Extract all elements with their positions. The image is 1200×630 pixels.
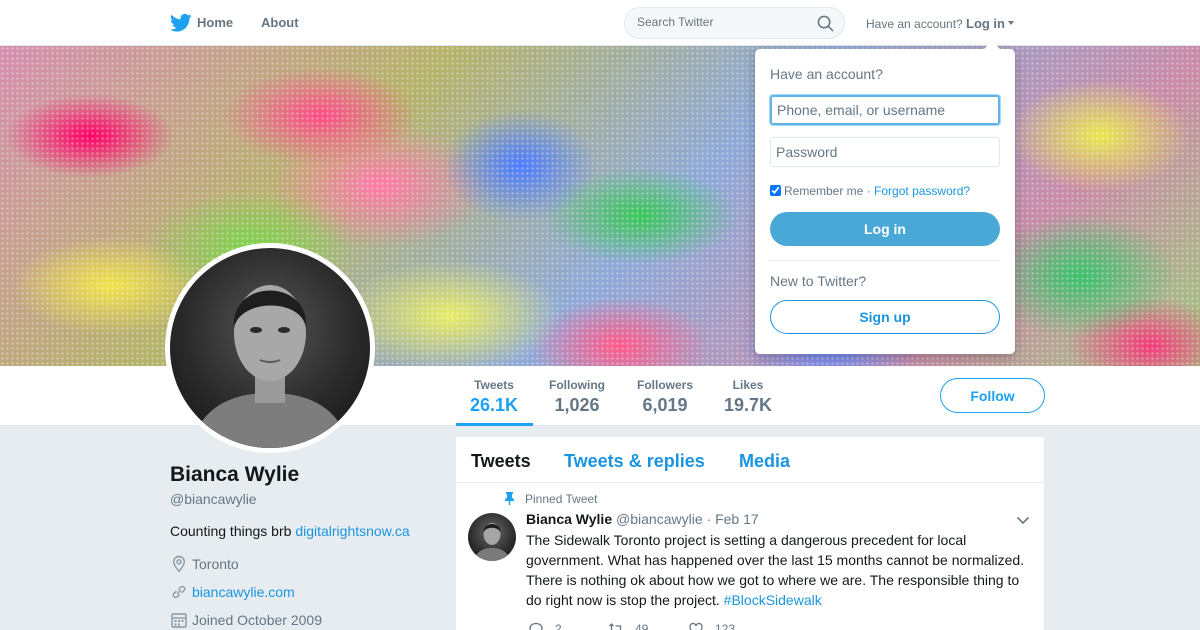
- heart-icon: [689, 622, 703, 630]
- stat-value: 19.7K: [724, 395, 773, 415]
- tab-tweets-and-replies[interactable]: Tweets & replies: [564, 451, 705, 472]
- have-account-text: Have an account?: [866, 17, 963, 31]
- stat-label: Followers: [636, 378, 693, 392]
- tweet-hashtag[interactable]: #BlockSidewalk: [724, 592, 822, 608]
- remember-row: Remember me · Forgot password?: [770, 184, 970, 198]
- tab-media[interactable]: Media: [739, 451, 790, 472]
- login-button[interactable]: Log in: [770, 212, 1000, 246]
- like-count: 123: [715, 622, 736, 630]
- tweet-header: Bianca Wylie @biancawylie · Feb 17: [526, 511, 759, 527]
- dropdown-caret: [984, 41, 1000, 49]
- dropdown-divider: [770, 260, 1000, 261]
- top-navigation: Home About Have an account? Log in: [0, 0, 1200, 46]
- nav-about-link[interactable]: About: [261, 15, 299, 30]
- tweet-author-name[interactable]: Bianca Wylie: [526, 511, 612, 527]
- stat-value: 6,019: [642, 395, 688, 415]
- avatar-photo: [170, 248, 370, 448]
- joined-text: Joined October 2009: [192, 612, 322, 628]
- chevron-down-icon[interactable]: [1008, 21, 1014, 25]
- login-dropdown: Have an account? Remember me · Forgot pa…: [755, 41, 1015, 354]
- stat-followers[interactable]: Followers 6,019: [636, 378, 694, 416]
- stat-tweets[interactable]: Tweets 26.1K: [470, 378, 518, 416]
- remember-me-checkbox[interactable]: [770, 185, 781, 196]
- website-link[interactable]: biancawylie.com: [192, 584, 295, 600]
- profile-name[interactable]: Bianca Wylie: [170, 463, 299, 487]
- like-button[interactable]: 123: [688, 621, 735, 630]
- twitter-bird-icon[interactable]: [170, 13, 192, 33]
- username-field[interactable]: [770, 95, 1000, 125]
- search-input[interactable]: [637, 15, 807, 29]
- password-field[interactable]: [770, 137, 1000, 167]
- stat-likes[interactable]: Likes 19.7K: [724, 378, 772, 416]
- tweet-separator: ·: [706, 511, 712, 527]
- avatar-portrait-icon: [190, 285, 350, 448]
- tweet-date[interactable]: Feb 17: [715, 511, 759, 527]
- stat-value: 1,026: [554, 395, 600, 415]
- reply-icon: [529, 622, 543, 630]
- profile-handle[interactable]: @biancawylie: [170, 491, 257, 507]
- profile-bio: Counting things brb digitalrightsnow.ca: [170, 523, 410, 539]
- new-to-twitter-text: New to Twitter?: [770, 273, 867, 289]
- tab-tweets[interactable]: Tweets: [471, 451, 531, 472]
- nav-home-link[interactable]: Home: [197, 15, 233, 30]
- pinned-tweet-label: Pinned Tweet: [525, 492, 598, 506]
- profile-avatar[interactable]: [165, 243, 375, 453]
- reply-count: 2: [555, 622, 562, 630]
- active-stat-indicator: [456, 423, 533, 426]
- pin-icon: [505, 492, 514, 505]
- tweet-text: The Sidewalk Toronto project is setting …: [526, 530, 1031, 610]
- retweet-count: 49: [635, 622, 649, 630]
- tweet-author-handle[interactable]: @biancawylie: [616, 511, 703, 527]
- calendar-icon: [171, 613, 187, 628]
- stat-label: Following: [549, 378, 605, 392]
- remember-me-label[interactable]: Remember me: [784, 184, 863, 198]
- stat-following[interactable]: Following 1,026: [548, 378, 606, 416]
- dropdown-title: Have an account?: [770, 66, 883, 82]
- signup-button[interactable]: Sign up: [770, 300, 1000, 334]
- location-pin-icon: [172, 555, 186, 573]
- tweet-author-avatar[interactable]: [468, 513, 516, 561]
- chevron-down-icon[interactable]: [1016, 516, 1030, 525]
- retweet-icon: [609, 623, 622, 630]
- forgot-password-link[interactable]: Forgot password?: [874, 184, 970, 198]
- timeline: Tweets Tweets & replies Media Pinned Twe…: [456, 437, 1044, 630]
- location-text: Toronto: [192, 556, 239, 572]
- follow-button[interactable]: Follow: [940, 378, 1045, 413]
- remember-separator: ·: [866, 184, 871, 198]
- stat-label: Tweets: [474, 378, 514, 392]
- bio-link[interactable]: digitalrightsnow.ca: [295, 523, 409, 539]
- search-icon[interactable]: [817, 15, 834, 32]
- stat-label: Likes: [732, 378, 764, 392]
- timeline-tabs: Tweets Tweets & replies Media: [456, 437, 1044, 483]
- login-menu-link[interactable]: Log in: [966, 16, 1005, 31]
- retweet-button[interactable]: 49: [608, 621, 648, 630]
- avatar-portrait-icon: [474, 523, 510, 561]
- stat-value: 26.1K: [470, 395, 519, 415]
- search-box: [624, 7, 845, 39]
- link-icon: [172, 585, 186, 599]
- reply-button[interactable]: 2: [528, 621, 562, 630]
- bio-text: Counting things brb: [170, 523, 296, 539]
